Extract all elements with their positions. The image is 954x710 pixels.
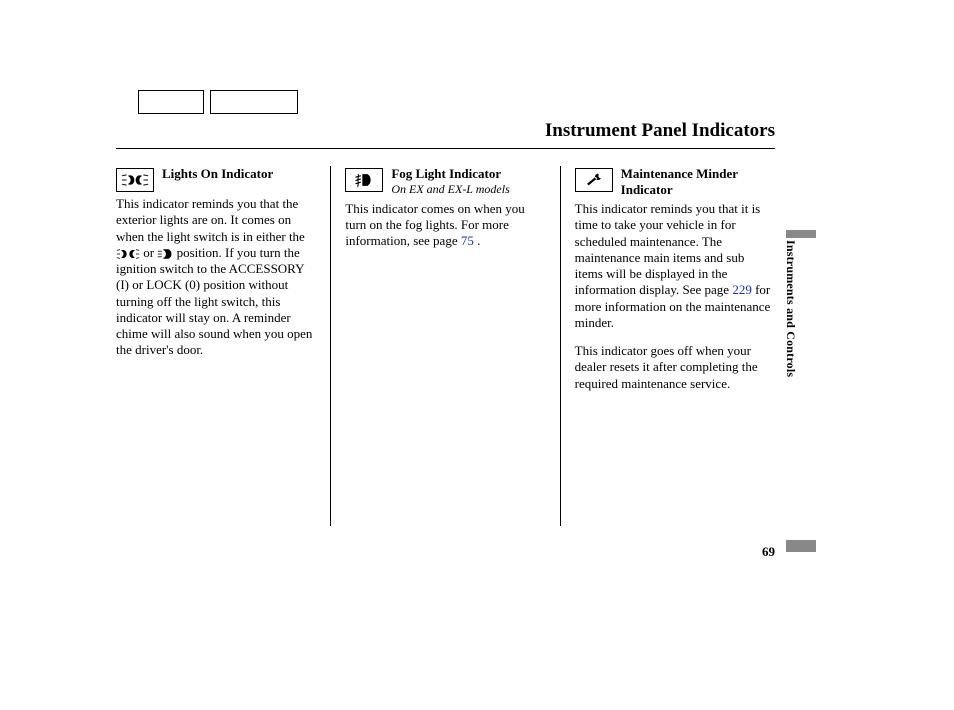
fog-light-icon <box>345 168 383 192</box>
text: position. If you turn the ignition switc… <box>116 245 312 358</box>
column-maintenance-minder: Maintenance Minder Indicator This indica… <box>561 166 775 526</box>
outline-box <box>210 90 298 114</box>
page: Instrument Panel Indicators <box>0 0 954 710</box>
section-title: Fog Light Indicator <box>391 166 509 182</box>
outline-box <box>138 90 204 114</box>
text: or <box>143 245 157 260</box>
body-text: This indicator comes on when you turn on… <box>345 201 545 250</box>
section-header: Lights On Indicator <box>116 166 316 192</box>
text: This indicator comes on when you turn on… <box>345 201 524 249</box>
columns: Lights On Indicator This indicator remin… <box>116 166 775 526</box>
section-subtitle: On EX and EX-L models <box>391 182 509 197</box>
column-lights-on: Lights On Indicator This indicator remin… <box>116 166 330 526</box>
text: . <box>477 233 480 248</box>
parking-light-icon <box>116 248 140 260</box>
body-text: This indicator reminds you that it is ti… <box>575 201 775 392</box>
page-reference-link[interactable]: 75 <box>461 233 474 248</box>
section-title: Maintenance Minder Indicator <box>621 166 775 197</box>
thumb-index-tab <box>786 540 816 552</box>
page-number: 69 <box>762 544 775 560</box>
section-heading-block: Fog Light Indicator On EX and EX-L model… <box>391 166 509 197</box>
text: This indicator goes off when your dealer… <box>575 343 775 392</box>
page-title: Instrument Panel Indicators <box>545 120 775 142</box>
lights-on-icon <box>116 168 154 192</box>
column-fog-light: Fog Light Indicator On EX and EX-L model… <box>331 166 559 526</box>
thumb-index-tab <box>786 230 816 238</box>
top-tabs <box>138 90 298 114</box>
section-header: Fog Light Indicator On EX and EX-L model… <box>345 166 545 197</box>
text: This indicator reminds you that the exte… <box>116 196 305 244</box>
section-title: Lights On Indicator <box>162 166 273 182</box>
body-text: This indicator reminds you that the exte… <box>116 196 316 359</box>
section-header: Maintenance Minder Indicator <box>575 166 775 197</box>
wrench-icon <box>575 168 613 192</box>
title-rule <box>116 148 775 149</box>
page-reference-link[interactable]: 229 <box>732 282 752 297</box>
section-side-label: Instruments and Controls <box>783 240 798 377</box>
headlight-icon <box>157 248 173 260</box>
